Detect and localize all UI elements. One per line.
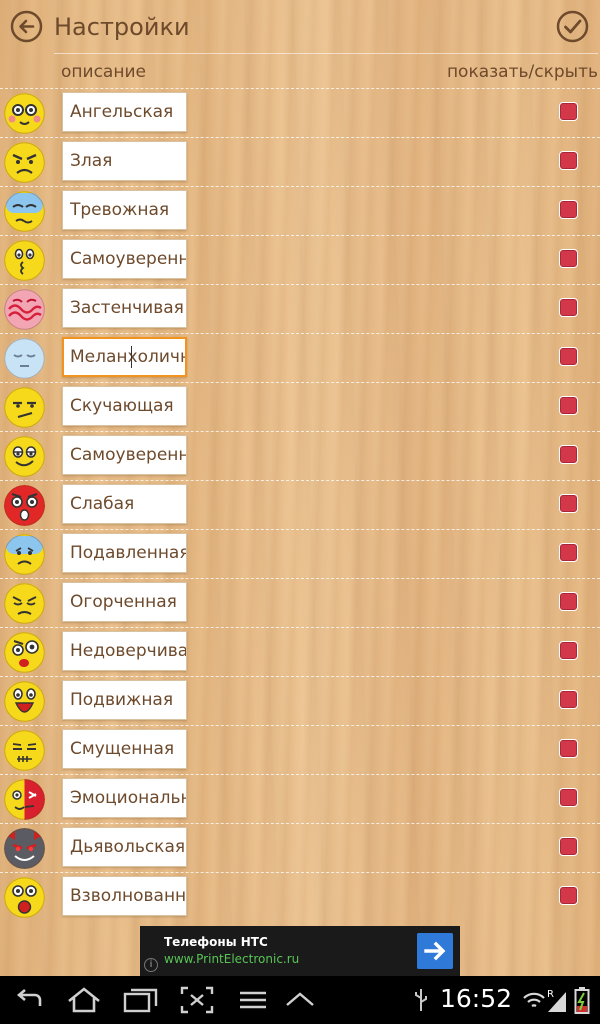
confirm-check-icon[interactable]: [556, 10, 589, 43]
list-item: Ангельская: [0, 88, 600, 137]
description-input[interactable]: Самоуверенн: [62, 239, 187, 279]
show-hide-checkbox[interactable]: [559, 543, 578, 562]
suspicious-face-icon: [4, 632, 45, 673]
description-input[interactable]: Меланхоличн: [62, 337, 187, 377]
show-hide-checkbox[interactable]: [559, 690, 578, 709]
angel-face-icon: [4, 93, 45, 134]
description-input[interactable]: Дьявольская: [62, 827, 187, 867]
weak-face-icon: [4, 485, 45, 526]
ad-banner[interactable]: Телефоны HTC www.PrintElectronic.ru i: [140, 926, 460, 976]
depressed-face-icon: [4, 534, 45, 575]
cell-signal-icon: R: [547, 989, 566, 1012]
show-hide-checkbox[interactable]: [559, 739, 578, 758]
description-input[interactable]: Скучающая: [62, 386, 187, 426]
description-input[interactable]: Взволнованн: [62, 876, 187, 916]
text-cursor: [131, 346, 133, 368]
devil-face-icon: [4, 828, 45, 869]
wifi-icon: [523, 992, 545, 1008]
emotion-list: Ангельская Злая Тревожная Самоуверенн Застен…: [0, 88, 600, 921]
show-hide-checkbox[interactable]: [559, 347, 578, 366]
show-hide-checkbox[interactable]: [559, 837, 578, 856]
nav-screenshot-icon[interactable]: [180, 986, 214, 1014]
description-input[interactable]: Смущенная: [62, 729, 187, 769]
description-input[interactable]: Огорченная: [62, 582, 187, 622]
description-input[interactable]: Эмоциональн: [62, 778, 187, 818]
description-input[interactable]: Тревожная: [62, 190, 187, 230]
description-input[interactable]: Злая: [62, 141, 187, 181]
description-input[interactable]: Слабая: [62, 484, 187, 524]
shy-face-icon: [4, 289, 45, 330]
description-input[interactable]: Самоуверенн: [62, 435, 187, 475]
ad-info-icon[interactable]: i: [144, 958, 158, 972]
battery-charging-icon: [574, 987, 590, 1014]
list-item: Слабая: [0, 480, 600, 529]
nav-expand-up-icon[interactable]: [284, 986, 316, 1014]
description-input[interactable]: Подвижная: [62, 680, 187, 720]
status-clock: 16:52: [440, 984, 513, 1013]
description-input[interactable]: Ангельская: [62, 92, 187, 132]
show-hide-checkbox[interactable]: [559, 592, 578, 611]
list-item: Тревожная: [0, 186, 600, 235]
embarrassed-face-icon: [4, 730, 45, 771]
show-hide-checkbox[interactable]: [559, 445, 578, 464]
list-item: Дьявольская: [0, 823, 600, 872]
nav-recent-apps-icon[interactable]: [122, 986, 160, 1014]
list-item: Смущенная: [0, 725, 600, 774]
list-item: Взволнованн: [0, 872, 600, 921]
angry-face-icon: [4, 142, 45, 183]
bored-face-icon: [4, 387, 45, 428]
emotional-face-icon: [4, 779, 45, 820]
list-item: Недоверчива: [0, 627, 600, 676]
back-arrow-icon[interactable]: [10, 10, 43, 43]
list-item: Меланхоличн: [0, 333, 600, 382]
ad-url[interactable]: www.PrintElectronic.ru: [164, 952, 299, 966]
description-input[interactable]: Подавленная: [62, 533, 187, 573]
list-item: Самоуверенн: [0, 431, 600, 480]
lively-face-icon: [4, 681, 45, 722]
column-header-show-hide: показать/скрыть: [446, 62, 598, 82]
header-divider: [54, 53, 598, 54]
show-hide-checkbox[interactable]: [559, 102, 578, 121]
action-bar: Настройки: [0, 0, 600, 55]
list-item: Злая: [0, 137, 600, 186]
usb-icon: [415, 989, 427, 1011]
nav-home-icon[interactable]: [64, 986, 104, 1014]
ad-title[interactable]: Телефоны HTC: [164, 935, 268, 949]
anxious-face-icon: [4, 191, 45, 232]
show-hide-checkbox[interactable]: [559, 641, 578, 660]
column-header-description: описание: [61, 62, 146, 82]
list-item: Подвижная: [0, 676, 600, 725]
show-hide-checkbox[interactable]: [559, 298, 578, 317]
show-hide-checkbox[interactable]: [559, 886, 578, 905]
list-item: Огорченная: [0, 578, 600, 627]
excited-face-icon: [4, 877, 45, 918]
list-item: Самоуверенн: [0, 235, 600, 284]
smug-face-icon: [4, 240, 45, 281]
list-item: Эмоциональн: [0, 774, 600, 823]
show-hide-checkbox[interactable]: [559, 494, 578, 513]
upset-face-icon: [4, 583, 45, 624]
list-item: Подавленная: [0, 529, 600, 578]
nav-back-icon[interactable]: [12, 986, 46, 1014]
melancholic-face-icon: [4, 338, 45, 379]
show-hide-checkbox[interactable]: [559, 788, 578, 807]
description-input[interactable]: Застенчивая: [62, 288, 187, 328]
show-hide-checkbox[interactable]: [559, 396, 578, 415]
ad-arrow-button-icon[interactable]: [417, 933, 453, 969]
show-hide-checkbox[interactable]: [559, 200, 578, 219]
show-hide-checkbox[interactable]: [559, 249, 578, 268]
system-nav-bar: 16:52 R: [0, 976, 600, 1024]
signal-badge: R: [547, 989, 554, 1000]
confident-face-icon: [4, 436, 45, 477]
show-hide-checkbox[interactable]: [559, 151, 578, 170]
description-input[interactable]: Недоверчива: [62, 631, 187, 671]
list-item: Застенчивая: [0, 284, 600, 333]
nav-menu-icon[interactable]: [238, 986, 268, 1014]
list-item: Скучающая: [0, 382, 600, 431]
page-title: Настройки: [54, 13, 190, 41]
